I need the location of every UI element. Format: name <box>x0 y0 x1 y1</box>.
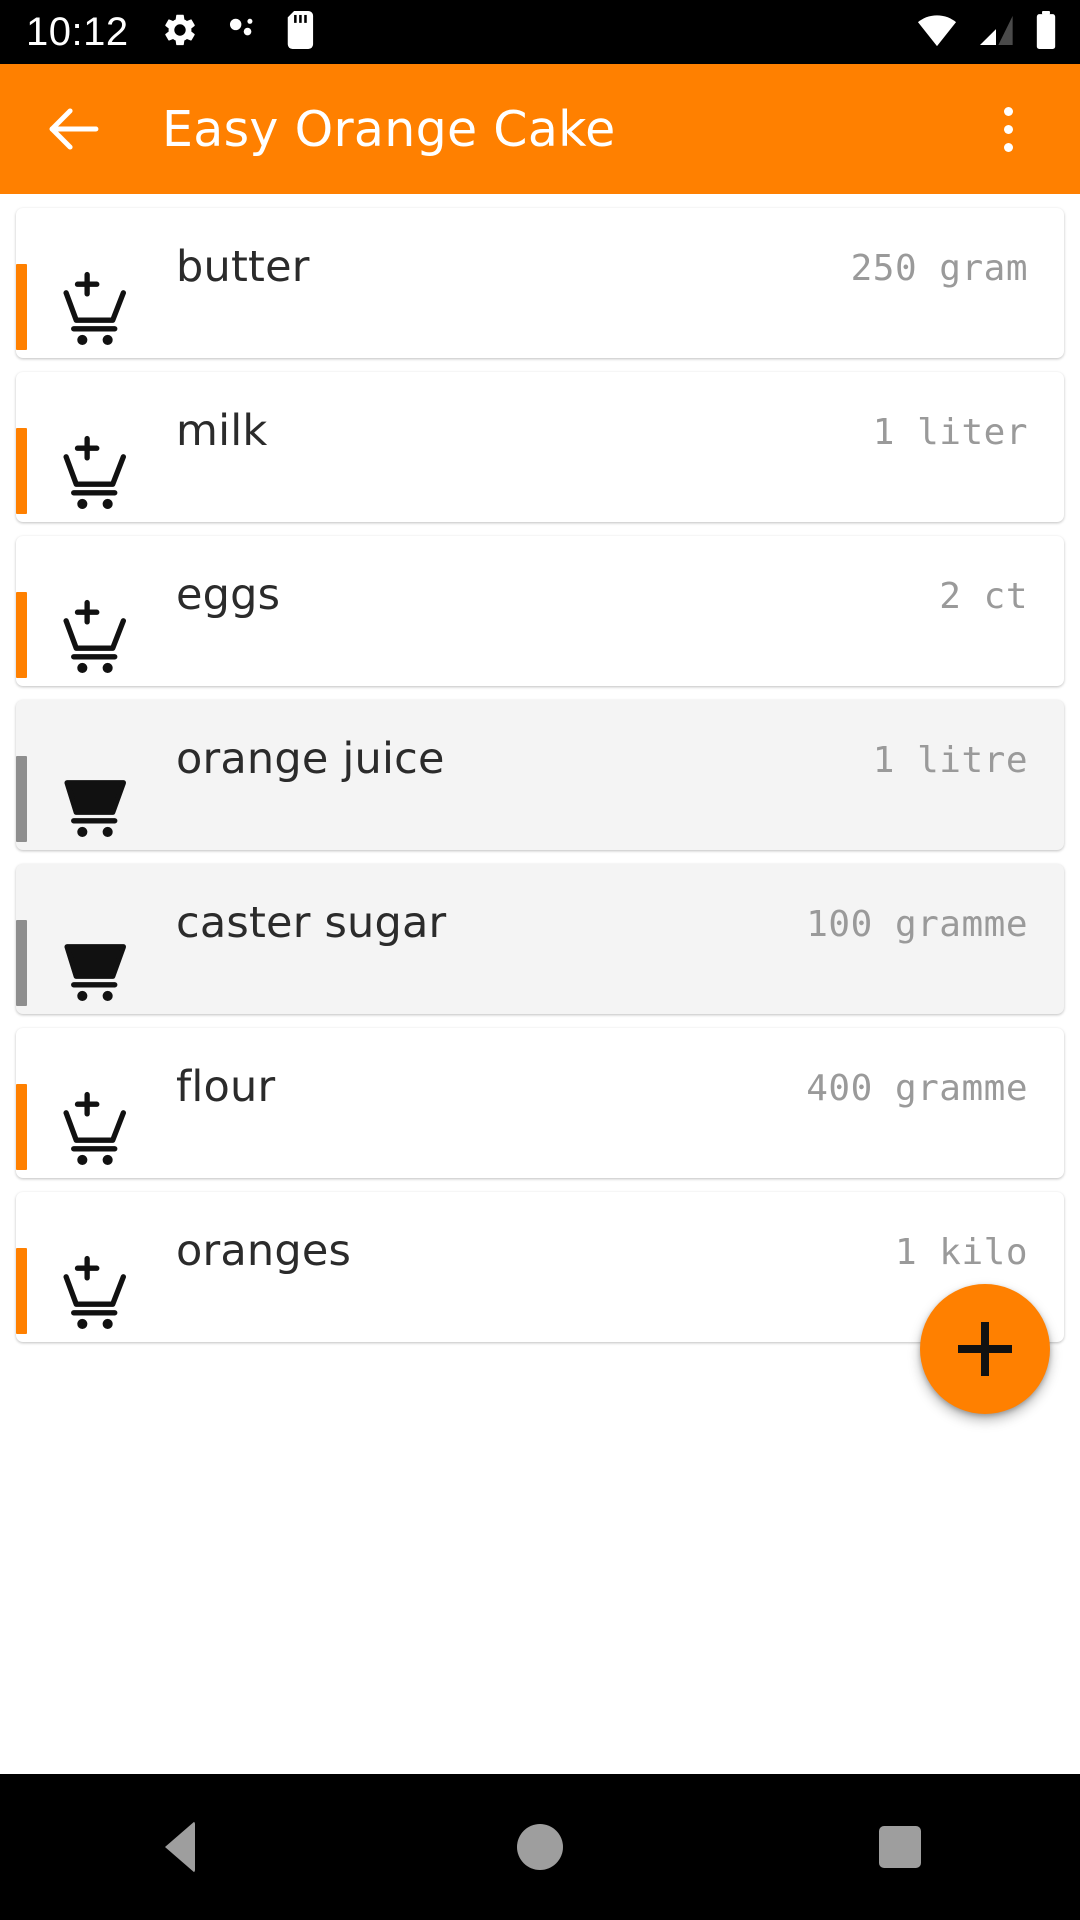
status-accent-bar <box>16 920 27 1006</box>
cart-filled-icon[interactable] <box>58 758 134 840</box>
ingredient-card[interactable]: milk 1 liter <box>16 372 1064 522</box>
page-title: Easy Orange Cake <box>162 100 616 158</box>
ingredient-card[interactable]: butter 250 gram <box>16 208 1064 358</box>
status-bar-right-icons <box>916 10 1058 54</box>
ingredient-card[interactable]: oranges 1 kilo <box>16 1192 1064 1342</box>
cart-filled-icon[interactable] <box>58 922 134 1004</box>
nav-back-button[interactable] <box>105 1774 255 1920</box>
overflow-menu-button[interactable] <box>966 81 1050 177</box>
ingredient-list: butter 250 gram milk 1 liter eggs 2 ct oran… <box>0 194 1080 1774</box>
status-accent-bar <box>16 592 27 678</box>
sd-card-icon <box>285 10 319 54</box>
ingredient-name: milk <box>176 406 268 456</box>
ingredient-quantity: 1 liter <box>872 412 1028 453</box>
square-recents-icon <box>879 1826 921 1868</box>
ingredient-quantity: 100 gramme <box>806 904 1028 945</box>
status-accent-bar <box>16 756 27 842</box>
add-to-cart-icon[interactable] <box>58 1086 134 1168</box>
ingredient-card[interactable]: orange juice 1 litre <box>16 700 1064 850</box>
ingredient-card[interactable]: flour 400 gramme <box>16 1028 1064 1178</box>
ingredient-name: orange juice <box>176 734 445 784</box>
overflow-dot-icon <box>1003 106 1013 116</box>
ingredient-name: butter <box>176 242 310 292</box>
status-accent-bar <box>16 1084 27 1170</box>
status-accent-bar <box>16 428 27 514</box>
circle-home-icon <box>517 1824 563 1870</box>
ingredient-name: flour <box>176 1062 276 1112</box>
debug-dots-icon <box>223 11 261 54</box>
ingredient-quantity: 1 kilo <box>894 1232 1028 1273</box>
nav-home-button[interactable] <box>465 1774 615 1920</box>
ingredient-quantity: 2 ct <box>939 576 1028 617</box>
ingredient-name: caster sugar <box>176 898 447 948</box>
ingredient-quantity: 250 gram <box>850 248 1028 289</box>
plus-icon <box>981 1322 989 1376</box>
overflow-dot-icon <box>1003 142 1013 152</box>
status-accent-bar <box>16 264 27 350</box>
add-to-cart-icon[interactable] <box>58 594 134 676</box>
wifi-icon <box>916 13 958 52</box>
back-button[interactable] <box>26 81 122 177</box>
status-bar: 10:12 <box>0 0 1080 64</box>
add-to-cart-icon[interactable] <box>58 1250 134 1332</box>
triangle-back-icon <box>165 1821 195 1873</box>
ingredient-quantity: 1 litre <box>872 740 1028 781</box>
status-bar-left-icons <box>161 10 319 54</box>
ingredient-card[interactable]: caster sugar 100 gramme <box>16 864 1064 1014</box>
nav-recents-button[interactable] <box>825 1774 975 1920</box>
overflow-dot-icon <box>1003 124 1013 134</box>
gear-icon <box>161 11 199 54</box>
ingredient-name: eggs <box>176 570 281 620</box>
battery-icon <box>1034 10 1058 54</box>
android-navigation-bar <box>0 1774 1080 1920</box>
cellular-signal-icon <box>976 13 1016 52</box>
add-to-cart-icon[interactable] <box>58 430 134 512</box>
ingredient-card[interactable]: eggs 2 ct <box>16 536 1064 686</box>
app-bar: Easy Orange Cake <box>0 64 1080 194</box>
back-arrow-icon <box>49 108 99 150</box>
ingredient-quantity: 400 gramme <box>806 1068 1028 1109</box>
add-to-cart-icon[interactable] <box>58 266 134 348</box>
status-bar-clock: 10:12 <box>26 10 129 54</box>
status-accent-bar <box>16 1248 27 1334</box>
ingredient-name: oranges <box>176 1226 352 1276</box>
add-ingredient-fab[interactable] <box>920 1284 1050 1414</box>
